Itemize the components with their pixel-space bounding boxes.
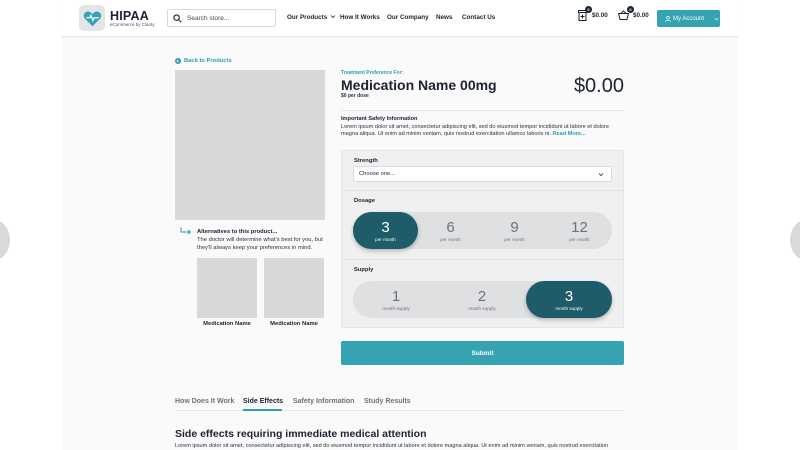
- tab-study-results[interactable]: Study Results: [364, 398, 411, 405]
- dosage-selector: 3 per month 6 per month 9 per month 12 p…: [353, 212, 612, 249]
- dosage-label: Dosage: [354, 198, 375, 204]
- supply-option[interactable]: 1 month supply: [353, 281, 439, 318]
- nav-our-products[interactable]: Our Products: [287, 14, 336, 21]
- safety-title: Important Safety Information: [341, 116, 418, 122]
- tab-how-does-it-work[interactable]: How Does It Work: [175, 398, 234, 405]
- supply-unit: month supply: [382, 305, 410, 311]
- supply-label: Supply: [354, 267, 374, 273]
- supply-unit: month supply: [468, 305, 496, 311]
- logo[interactable]: [79, 5, 105, 31]
- nav-news[interactable]: News: [436, 14, 452, 21]
- dosage-unit: per month: [375, 236, 396, 242]
- back-arrow-icon: [175, 58, 181, 64]
- dosage-option[interactable]: 12 per month: [547, 212, 612, 249]
- cart-count-badge: 0: [627, 6, 634, 13]
- chevron-down-icon: [598, 172, 604, 176]
- dosage-value: 9: [510, 218, 519, 236]
- search-icon: [173, 13, 182, 23]
- cart-count-badge: 0: [585, 6, 592, 13]
- submit-button[interactable]: Submit: [341, 341, 624, 365]
- tab-side-effects[interactable]: Side Effects: [243, 398, 283, 405]
- alternative-product-name[interactable]: Medication Name: [264, 321, 324, 327]
- dosage-option[interactable]: 3 per month: [353, 212, 418, 249]
- back-to-products-link[interactable]: Back to Products: [175, 58, 232, 64]
- product-image: [175, 70, 325, 220]
- safety-text: Lorem ipsum dolor sit amet, consectetur …: [341, 124, 624, 139]
- dosage-value: 6: [446, 218, 455, 236]
- supply-unit: month supply: [555, 305, 583, 311]
- panel-divider: [342, 259, 623, 260]
- user-icon: [665, 15, 671, 22]
- carousel-prev-button[interactable]: [0, 217, 10, 263]
- carousel-next-button[interactable]: [790, 217, 800, 263]
- prescription-cart[interactable]: 0 $0.00: [578, 6, 608, 21]
- nav-contact-us[interactable]: Contact Us: [462, 14, 495, 21]
- strength-selected-value: Choose one...: [359, 171, 396, 177]
- dosage-value: 12: [571, 218, 588, 236]
- cart-amount: $0.00: [592, 12, 608, 19]
- supply-option[interactable]: 3 month supply: [526, 281, 612, 318]
- supply-value: 1: [391, 287, 401, 305]
- alternative-product-image[interactable]: [264, 258, 324, 318]
- treatment-preference-label: Treatment Preference For:: [341, 70, 404, 76]
- strength-select[interactable]: Choose one...: [353, 166, 612, 182]
- nav-how-it-works[interactable]: How It Works: [340, 14, 380, 21]
- turn-arrow-icon: [180, 227, 192, 235]
- side-effects-text: Lorem ipsum dolor sit amet, consectetur …: [175, 443, 609, 449]
- chevron-down-icon: [330, 15, 336, 19]
- logo-subtitle: eCommerce by Clarity: [110, 22, 155, 27]
- alternatives-title: Alternatives to this product...: [197, 229, 278, 235]
- divider: [341, 110, 624, 111]
- alternative-product-name[interactable]: Medication Name: [197, 321, 257, 327]
- panel-divider: [342, 190, 623, 191]
- alternative-product-image[interactable]: [197, 258, 257, 318]
- my-account-label: My Account: [673, 15, 705, 22]
- shopping-cart[interactable]: 0 $0.00: [617, 6, 649, 21]
- dosage-unit: per month: [569, 236, 590, 242]
- search-box[interactable]: [167, 9, 276, 27]
- site-header: HIPAA eCommerce by Clarity Our Products …: [62, 0, 738, 37]
- supply-value: 2: [477, 287, 487, 305]
- nav-our-company[interactable]: Our Company: [387, 14, 429, 21]
- heart-logo-icon: [83, 11, 101, 26]
- product-title: Medication Name 00mg: [341, 77, 497, 93]
- supply-value: 3: [564, 287, 574, 305]
- dosage-option[interactable]: 6 per month: [418, 212, 483, 249]
- cart-amount: $0.00: [633, 12, 649, 19]
- product-price: $0.00: [573, 75, 624, 97]
- my-account-button[interactable]: My Account: [657, 10, 720, 27]
- back-to-products-label: Back to Products: [184, 58, 232, 64]
- dosage-unit: per month: [440, 236, 461, 242]
- chevron-down-icon: [714, 17, 719, 20]
- side-effects-heading: Side effects requiring immediate medical…: [175, 428, 427, 440]
- dosage-option[interactable]: 9 per month: [482, 212, 547, 249]
- tab-safety-information[interactable]: Safety Information: [293, 398, 354, 405]
- alternatives-description: The doctor will determine what's best fo…: [197, 237, 323, 251]
- nav-our-products-label: Our Products: [287, 14, 328, 21]
- supply-option[interactable]: 2 month supply: [439, 281, 525, 318]
- logo-title: HIPAA: [110, 9, 149, 23]
- read-more-link[interactable]: Read More...: [552, 131, 585, 137]
- supply-selector: 1 month supply 2 month supply 3 month su…: [353, 281, 612, 318]
- search-input[interactable]: [187, 14, 272, 22]
- dosage-unit: per month: [504, 236, 525, 242]
- active-tab-indicator: [243, 409, 282, 411]
- dosage-value: 3: [381, 218, 390, 236]
- strength-label: Strength: [354, 158, 378, 164]
- per-dose-price: $0 per dose: [341, 93, 369, 99]
